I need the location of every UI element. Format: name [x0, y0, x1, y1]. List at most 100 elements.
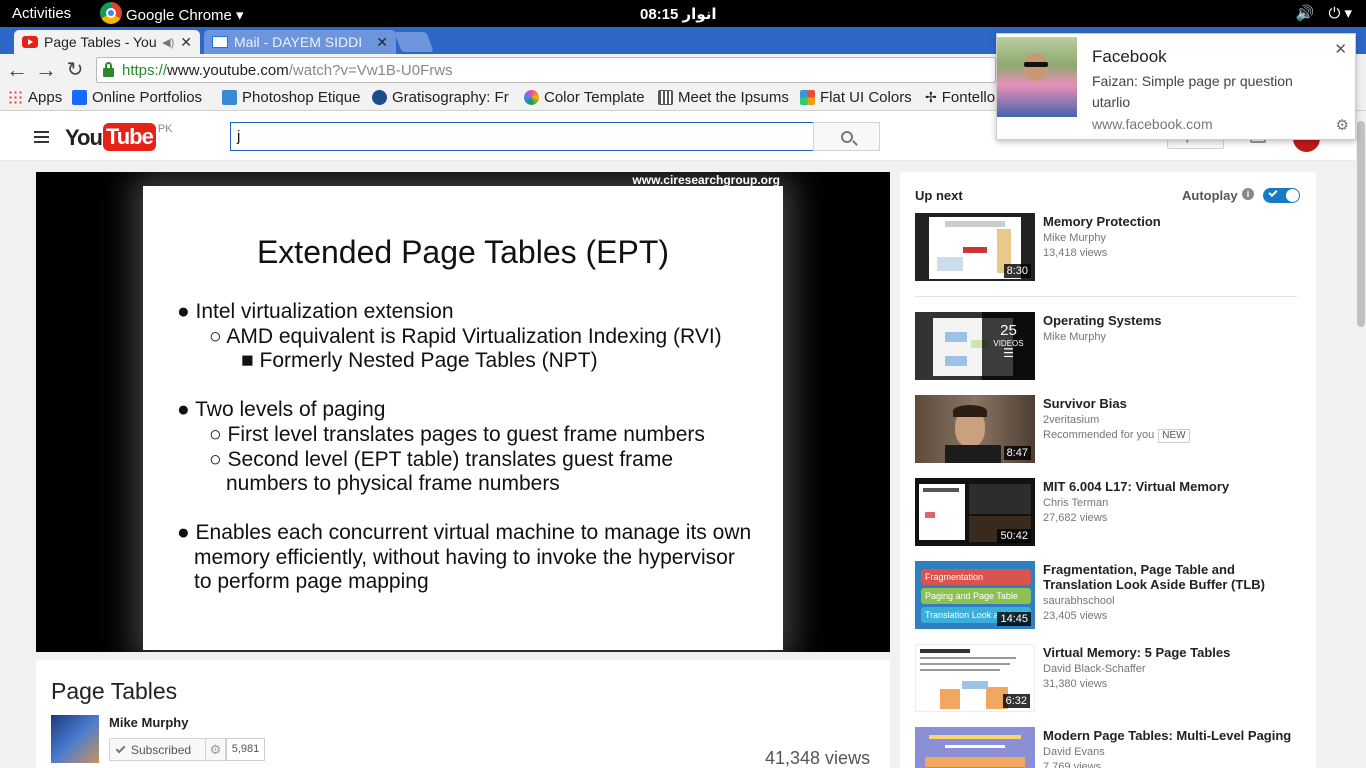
- video-thumbnail[interactable]: 8:47: [915, 395, 1035, 463]
- bookmark-online-portfolios[interactable]: Online Portfolios: [72, 89, 202, 106]
- recommendation-channel: 2veritasium: [1043, 414, 1100, 426]
- bookmark-meet-the-ipsums[interactable]: Meet the Ipsums: [658, 89, 789, 106]
- playlist-thumbnail[interactable]: 25 VIDEOS ☰: [915, 312, 1035, 380]
- autoplay-toggle[interactable]: [1263, 187, 1300, 203]
- hamburger-menu-icon[interactable]: [34, 131, 49, 146]
- recommendation-title[interactable]: MIT 6.004 L17: Virtual Memory: [1043, 479, 1301, 494]
- system-tray[interactable]: 🔊 ⏻ ▾: [1296, 4, 1352, 22]
- channel-name-link[interactable]: Mike Murphy: [109, 715, 188, 730]
- bookmark-gratisography[interactable]: Gratisography: Fr: [372, 89, 509, 106]
- os-top-bar: Activities Google Chrome ▾ انوار 08:15 🔊…: [0, 0, 1366, 27]
- back-arrow-icon[interactable]: ←: [5, 58, 29, 82]
- notification-sender-avatar: [997, 37, 1077, 117]
- thumbnail-label: Paging and Page Table: [921, 588, 1031, 604]
- bookmark-label: Photoshop Etique: [242, 89, 361, 106]
- check-icon: [1268, 187, 1278, 198]
- slide-bullet: numbers to physical frame numbers: [226, 472, 560, 495]
- notification-source: www.facebook.com: [1092, 116, 1213, 132]
- bookmark-flat-ui-colors[interactable]: Flat UI Colors: [800, 89, 912, 106]
- recommendation-title[interactable]: Operating Systems: [1043, 313, 1301, 328]
- recommendation-channel: David Black-Schaffer: [1043, 663, 1146, 675]
- volume-icon[interactable]: 🔊: [1296, 4, 1315, 22]
- gear-icon[interactable]: ⚙: [1336, 116, 1349, 134]
- subscription-settings-gear-icon[interactable]: ⚙: [206, 738, 226, 761]
- subscribed-button[interactable]: Subscribed: [109, 738, 206, 761]
- power-icon[interactable]: ⏻ ▾: [1328, 4, 1352, 22]
- search-input[interactable]: j: [230, 122, 814, 151]
- slide-bullet: to perform page mapping: [194, 570, 429, 593]
- logo-region: PK: [157, 123, 173, 135]
- check-icon: [115, 743, 126, 753]
- recommendation-channel: Mike Murphy: [1043, 232, 1106, 244]
- page-scrollbar[interactable]: [1356, 111, 1366, 768]
- recommendation-title[interactable]: Survivor Bias: [1043, 396, 1301, 411]
- recommendation-item[interactable]: 50:42 MIT 6.004 L17: Virtual Memory Chri…: [915, 478, 1301, 546]
- reload-icon[interactable]: ↻: [63, 58, 87, 82]
- subscribed-label: Subscribed: [131, 742, 192, 757]
- address-bar[interactable]: https:// www.youtube.com /watch?v=Vw1B-U…: [96, 57, 996, 83]
- apps-grid-icon: [8, 90, 23, 105]
- slide-bullet: ● Two levels of paging: [177, 398, 386, 421]
- recommendation-item[interactable]: 6:32 Virtual Memory: 5 Page Tables David…: [915, 644, 1301, 712]
- youtube-logo[interactable]: You Tube PK: [65, 123, 173, 151]
- bookmark-color-template[interactable]: Color Template: [524, 89, 645, 106]
- app-menu[interactable]: Google Chrome ▾: [100, 2, 244, 24]
- recommendation-views: 7,769 views: [1043, 761, 1102, 768]
- slide-bullet: ○ Second level (EPT table) translates gu…: [209, 448, 674, 471]
- recommendation-views: 13,418 views: [1043, 247, 1108, 259]
- video-title: Page Tables: [51, 678, 178, 704]
- playlist-count: 25: [1000, 322, 1017, 339]
- video-player[interactable]: www.ciresearchgroup.org Extended Page Ta…: [36, 172, 890, 652]
- video-thumbnail[interactable]: [915, 727, 1035, 768]
- behance-icon: [72, 90, 87, 105]
- close-tab-icon[interactable]: ✕: [376, 34, 388, 51]
- recommendation-item[interactable]: 25 VIDEOS ☰ Operating Systems Mike Murph…: [915, 312, 1301, 380]
- slide-frame: Extended Page Tables (EPT) ● Intel virtu…: [143, 186, 783, 650]
- tab-mail[interactable]: Mail - DAYEM SIDDI ✕: [204, 30, 396, 54]
- video-duration: 14:45: [997, 612, 1031, 626]
- bookmark-label: Flat UI Colors: [820, 89, 912, 106]
- recommendation-item[interactable]: Modern Page Tables: Multi-Level Paging D…: [915, 727, 1301, 768]
- search-button[interactable]: [813, 122, 880, 151]
- new-tab-button[interactable]: [394, 32, 434, 52]
- tab-page-tables[interactable]: Page Tables - You ◀) ✕: [14, 30, 200, 54]
- youtube-favicon-icon: [22, 36, 38, 48]
- recommendation-title[interactable]: Memory Protection: [1043, 214, 1301, 229]
- recommendation-title[interactable]: Fragmentation, Page Table and Translatio…: [1043, 562, 1301, 592]
- recommendation-views: 23,405 views: [1043, 610, 1108, 622]
- video-thumbnail[interactable]: 8:30: [915, 213, 1035, 281]
- video-thumbnail[interactable]: 50:42: [915, 478, 1035, 546]
- slide-title: Extended Page Tables (EPT): [256, 234, 670, 270]
- subscriber-count: 5,981: [226, 738, 265, 761]
- new-badge: NEW: [1158, 429, 1190, 443]
- channel-avatar[interactable]: [51, 715, 99, 763]
- video-duration: 50:42: [997, 529, 1031, 543]
- bookmark-photoshop-etiquette[interactable]: Photoshop Etique: [222, 89, 360, 106]
- close-icon[interactable]: ✕: [1334, 40, 1347, 58]
- url-scheme: https://: [122, 61, 168, 79]
- flat-ui-colors-icon: [800, 90, 815, 105]
- forward-arrow-icon[interactable]: →: [34, 58, 58, 82]
- app-menu-label: Google Chrome ▾: [126, 6, 244, 24]
- info-icon[interactable]: i: [1242, 188, 1254, 200]
- bookmark-fontello[interactable]: ✢ Fontello: [925, 89, 995, 106]
- divider: [915, 296, 1297, 297]
- facebook-notification[interactable]: Facebook Faizan: Simple page pr question…: [996, 33, 1356, 140]
- bookmark-apps[interactable]: Apps: [8, 89, 62, 106]
- activities-button[interactable]: Activities: [12, 5, 71, 22]
- recommendation-title[interactable]: Virtual Memory: 5 Page Tables: [1043, 645, 1301, 660]
- chrome-icon: [100, 2, 122, 24]
- video-duration: 8:30: [1003, 264, 1031, 278]
- autoplay-label: Autoplay: [1182, 188, 1238, 203]
- recommendation-item[interactable]: Fragmentation Paging and Page Table Tran…: [915, 561, 1301, 629]
- clock[interactable]: انوار 08:15: [640, 5, 717, 23]
- recommendation-item[interactable]: 8:30 Memory Protection Mike Murphy 13,41…: [915, 213, 1301, 281]
- recommendation-item[interactable]: 8:47 Survivor Bias 2veritasium Recommend…: [915, 395, 1301, 463]
- video-duration: 8:47: [1003, 446, 1031, 460]
- scrollbar-thumb[interactable]: [1357, 121, 1365, 327]
- recommendation-title[interactable]: Modern Page Tables: Multi-Level Paging: [1043, 728, 1301, 743]
- video-thumbnail[interactable]: Fragmentation Paging and Page Table Tran…: [915, 561, 1035, 629]
- video-thumbnail[interactable]: 6:32: [915, 644, 1035, 712]
- close-tab-icon[interactable]: ✕: [180, 34, 192, 51]
- up-next-heading: Up next: [915, 188, 963, 203]
